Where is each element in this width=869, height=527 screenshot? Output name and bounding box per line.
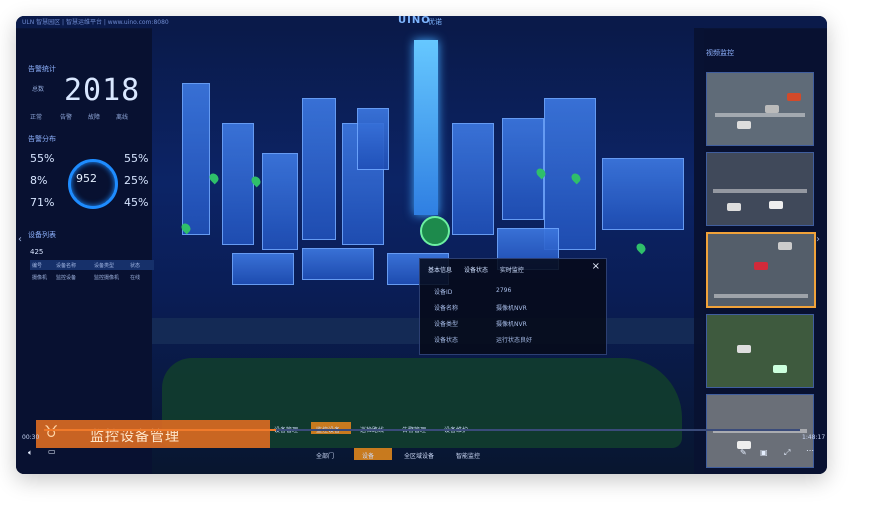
url-text: ULN 智慧园区 | 智慧运维平台 | www.uino.com:8080 <box>22 19 169 26</box>
popup-value: 2796 <box>496 287 512 294</box>
tower-building <box>414 40 438 215</box>
building <box>222 123 254 245</box>
year-value: 2018 <box>64 73 141 108</box>
popup-tab-group[interactable]: 基本信息 设备状态 实时监控 <box>428 265 524 274</box>
legend-item: 故障 <box>88 114 101 121</box>
building <box>302 98 336 240</box>
popup-value: 摄像机NVR <box>496 321 527 328</box>
building <box>452 123 494 235</box>
table-cell: 监控摄像机 <box>94 275 120 281</box>
pct-value: 71% <box>30 196 55 209</box>
video-thumbnail-selected[interactable] <box>706 232 816 308</box>
subtitle-icon[interactable]: ▭ <box>48 447 56 456</box>
pct-value: 8% <box>30 174 48 187</box>
time-total: 1:48:17 <box>802 434 826 441</box>
legend-item: 正常 <box>30 114 43 121</box>
table-header: 设备名称 <box>56 263 77 269</box>
popup-label: 设备ID <box>434 289 453 296</box>
volume-icon[interactable]: 🔈︎ <box>28 448 33 458</box>
camera-marker-icon[interactable] <box>420 216 450 246</box>
submenu-item[interactable]: 智能监控 <box>456 451 480 460</box>
tab-device-status[interactable]: 设备状态 <box>464 267 488 274</box>
table-header: 编号 <box>32 263 43 269</box>
video-thumbnail[interactable] <box>706 72 814 146</box>
app-logo-sub: 优诺 <box>428 18 442 26</box>
chevron-left-icon[interactable]: ‹ <box>18 234 22 245</box>
table-header: 状态 <box>130 263 141 269</box>
time-current: 00:30 <box>22 434 40 441</box>
pct-value: 25% <box>124 174 149 187</box>
building <box>302 248 374 280</box>
popup-label: 设备状态 <box>434 337 459 344</box>
building <box>357 108 389 170</box>
building <box>182 83 210 235</box>
video-player[interactable]: ULN 智慧园区 | 智慧运维平台 | www.uino.com:8080 UI… <box>16 16 827 474</box>
section-title-alarm-stats: 告警统计 <box>28 65 56 73</box>
legend-item: 离线 <box>116 114 129 121</box>
submenu-item-active[interactable]: 设备 <box>362 451 374 460</box>
popup-label: 设备类型 <box>434 321 459 328</box>
popup-label: 设备名称 <box>434 305 459 312</box>
legend-item: 告警 <box>60 114 73 121</box>
app-logo: UINO <box>398 16 431 26</box>
building <box>262 153 298 250</box>
video-thumbnail[interactable] <box>706 152 814 226</box>
building <box>232 253 294 285</box>
section-title-device-list: 设备列表 <box>28 231 56 239</box>
progress-fill <box>44 429 276 431</box>
city-3d-scene[interactable] <box>152 28 704 474</box>
fullscreen-icon[interactable]: ⤢ <box>784 448 790 458</box>
table-cell: 摄像机 <box>32 275 48 281</box>
ring-value: 952 <box>76 172 97 185</box>
close-icon[interactable]: × <box>592 261 600 272</box>
right-panel-title: 视频监控 <box>706 49 734 57</box>
table-row[interactable]: 摄像机 监控设备 监控摄像机 在线 <box>30 272 154 282</box>
pct-value: 55% <box>124 152 149 165</box>
section-title-distribution: 告警分布 <box>28 135 56 143</box>
camera-pin[interactable] <box>634 241 648 255</box>
left-panel: 告警统计 总数 2018 正常 告警 故障 离线 告警分布 55% 8% 71%… <box>16 28 154 474</box>
edit-icon[interactable]: ✎ <box>740 448 747 457</box>
tab-basic-info[interactable]: 基本信息 <box>428 267 452 274</box>
tab-live-monitor[interactable]: 实时监控 <box>500 267 524 274</box>
chevron-right-icon[interactable]: › <box>816 234 820 245</box>
table-header: 设备类型 <box>94 263 115 269</box>
table-cell: 监控设备 <box>56 275 77 281</box>
video-thumbnail[interactable] <box>706 314 814 388</box>
year-label: 总数 <box>32 86 45 93</box>
device-count: 425 <box>30 248 44 256</box>
horse-logo-icon: ♉ <box>44 422 59 441</box>
pip-icon[interactable]: ▣ <box>760 448 768 457</box>
building <box>602 158 684 230</box>
pct-value: 45% <box>124 196 149 209</box>
device-info-popup: 基本信息 设备状态 实时监控 × 设备ID 2796 设备名称 摄像机NVR 设… <box>419 258 607 355</box>
more-icon[interactable]: ⋯ <box>806 446 814 455</box>
popup-value: 摄像机NVR <box>496 305 527 312</box>
pct-value: 55% <box>30 152 55 165</box>
table-header-row: 编号 设备名称 设备类型 状态 <box>30 260 154 270</box>
submenu-item[interactable]: 全部门 <box>316 451 334 460</box>
submenu-item[interactable]: 全区域设备 <box>404 451 434 460</box>
popup-value: 运行状态良好 <box>496 337 533 344</box>
table-cell: 在线 <box>130 275 141 281</box>
